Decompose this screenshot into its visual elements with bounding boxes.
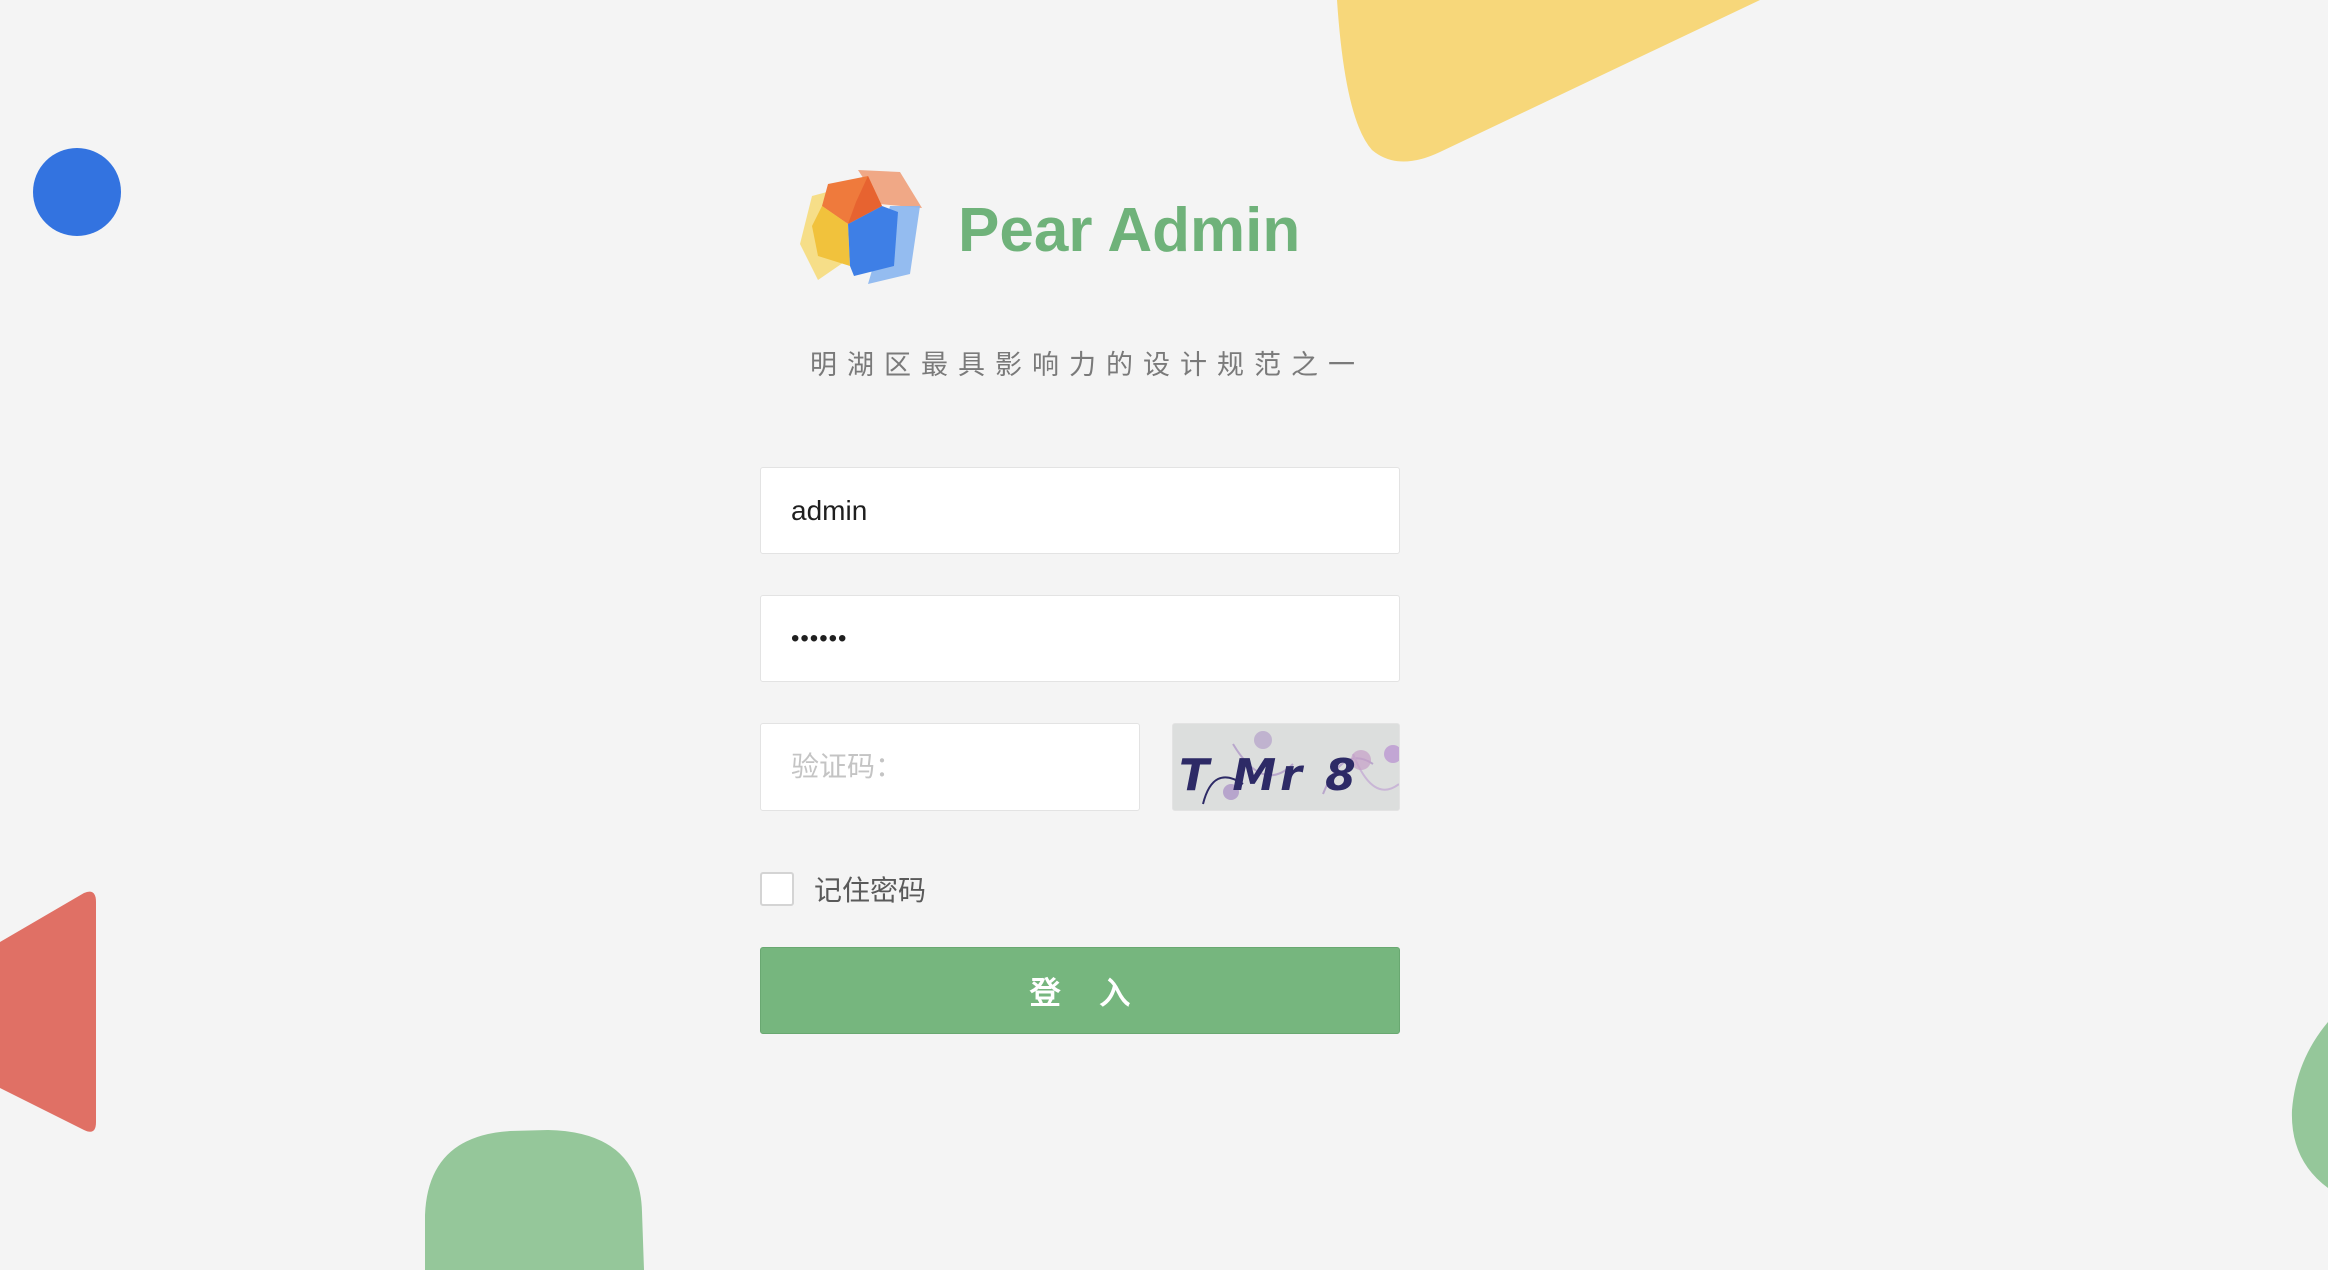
captcha-image[interactable]: T Mr 8 [1172,723,1400,811]
blue-circle-decoration [33,148,121,236]
username-input[interactable] [761,468,1399,553]
password-input[interactable] [761,596,1399,681]
remember-password-toggle[interactable]: 记住密码 [760,870,926,908]
green-edge-decoration [2291,1022,2328,1188]
login-button[interactable]: 登 入 [760,947,1400,1034]
login-page: Pear Admin 明湖区最具影响力的设计规范之一 T Mr 8 记住密码 登… [0,0,2328,1270]
app-title: Pear Admin [958,196,1301,265]
green-blob-decoration [425,1130,644,1270]
red-shape-decoration [0,891,96,1132]
app-subtitle: 明湖区最具影响力的设计规范之一 [810,350,1365,381]
cube-logo-icon [798,166,924,292]
captcha-input[interactable] [761,724,1139,810]
remember-label: 记住密码 [814,874,927,907]
username-field [760,467,1400,554]
yellow-shape-decoration [1337,0,1760,162]
captcha-field [760,723,1140,811]
password-field [760,595,1400,682]
remember-checkbox[interactable] [760,872,794,906]
captcha-text: T Mr 8 [1179,750,1360,801]
